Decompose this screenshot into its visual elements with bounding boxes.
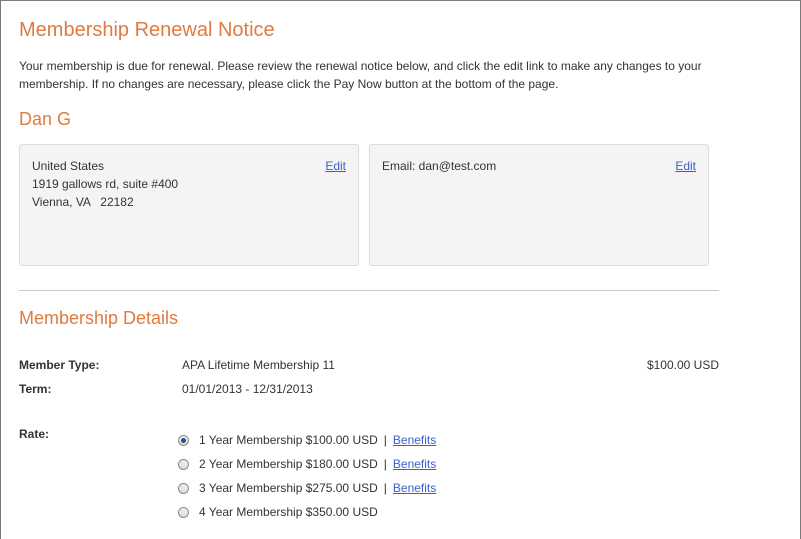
rate-radio-4-year[interactable] [178,506,189,518]
rate-label: Rate: [19,427,50,441]
term-label: Term: [19,382,52,396]
rate-option-2-year[interactable]: 2 Year Membership $180.00 USD | Benefits [178,452,436,476]
member-name: Dan G [19,109,72,129]
contact-card: Email: dan@test.com Edit [369,144,709,266]
edit-contact-link[interactable]: Edit [675,157,696,175]
address-country: United States [32,159,105,173]
rate-option-4-year[interactable]: 4 Year Membership $350.00 USD [178,500,436,524]
rate-option-label: 4 Year Membership $350.00 USD [199,505,378,519]
contact-email: Email: dan@test.com [382,159,497,173]
benefits-link-1-year[interactable]: Benefits [393,433,436,447]
edit-address-link[interactable]: Edit [325,157,346,175]
rate-option-1-year[interactable]: 1 Year Membership $100.00 USD | Benefits [178,428,436,452]
address-card: United States 1919 gallows rd, suite #40… [19,144,359,266]
rate-separator: | [383,481,387,495]
section-divider [19,290,719,291]
address-city-state-zip: Vienna, VA 22182 [32,195,134,209]
rate-option-3-year[interactable]: 3 Year Membership $275.00 USD | Benefits [178,476,436,500]
member-type-label: Member Type: [19,358,100,372]
rate-radio-1-year[interactable] [178,434,189,446]
rate-radio-2-year[interactable] [178,458,189,470]
rate-separator: | [383,433,387,447]
rate-option-label: 1 Year Membership $100.00 USD [199,433,378,447]
rate-options: 1 Year Membership $100.00 USD | Benefits… [178,428,436,524]
membership-details-title: Membership Details [19,308,179,328]
rate-radio-3-year[interactable] [178,482,189,494]
benefits-link-3-year[interactable]: Benefits [393,481,436,495]
intro-text: Your membership is due for renewal. Plea… [19,59,702,91]
benefits-link-2-year[interactable]: Benefits [393,457,436,471]
member-type-value: APA Lifetime Membership 11 [182,358,335,372]
rate-option-label: 3 Year Membership $275.00 USD [199,481,378,495]
term-value: 01/01/2013 - 12/31/2013 [182,382,313,396]
page-title: Membership Renewal Notice [19,19,275,41]
address-street: 1919 gallows rd, suite #400 [32,177,179,191]
rate-option-label: 2 Year Membership $180.00 USD [199,457,378,471]
rate-separator: | [383,457,387,471]
membership-price: $100.00 USD [646,358,719,372]
